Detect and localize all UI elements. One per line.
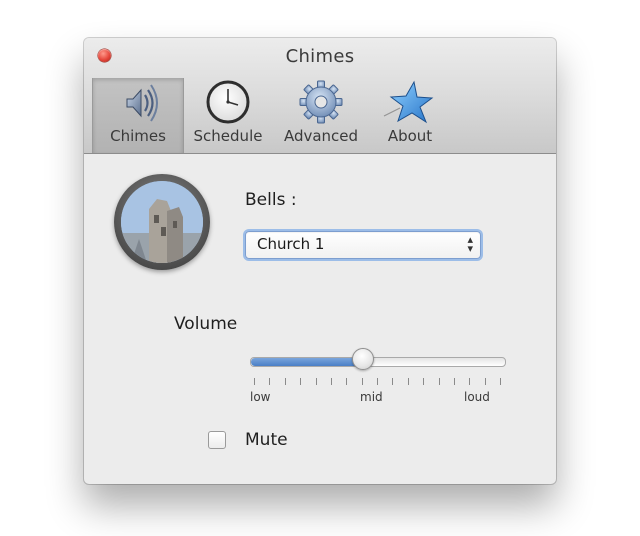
tick-label-loud: loud: [464, 390, 490, 404]
volume-slider-track[interactable]: [250, 357, 506, 367]
tab-schedule[interactable]: Schedule: [186, 78, 270, 153]
chimes-panel: Bells : Church 1 ▴ ▾ Volume low mid loud …: [84, 154, 556, 484]
tick-mark: [300, 378, 301, 385]
chime-image: [114, 174, 210, 270]
preferences-window: Chimes Chimes Schedule Advanced About Be…: [84, 38, 556, 484]
gear-icon: [299, 80, 343, 124]
tab-chimes[interactable]: Chimes: [92, 78, 184, 153]
tick-mark: [269, 378, 270, 385]
tab-about[interactable]: About: [370, 78, 450, 153]
tick-mark: [362, 378, 363, 385]
volume-slider-fill: [251, 358, 363, 366]
mute-label: Mute: [245, 430, 288, 450]
tick-mark: [285, 378, 286, 385]
tab-label: Schedule: [193, 127, 263, 145]
tick-mark: [331, 378, 332, 385]
tick-mark: [346, 378, 347, 385]
clock-icon: [206, 80, 250, 124]
window-title: Chimes: [285, 46, 355, 67]
mute-checkbox[interactable]: [208, 431, 226, 449]
stage: Chimes Chimes Schedule Advanced About Be…: [0, 0, 640, 536]
tick-mark: [254, 378, 255, 385]
tick-mark: [439, 378, 440, 385]
tick-mark: [377, 378, 378, 385]
tick-mark: [485, 378, 486, 385]
tick-mark: [408, 378, 409, 385]
tick-mark: [469, 378, 470, 385]
volume-tick-marks: [250, 378, 504, 386]
church-image: [121, 181, 203, 263]
bells-select-value: Church 1: [257, 235, 325, 253]
tick-mark: [454, 378, 455, 385]
tick-mark: [316, 378, 317, 385]
bells-label: Bells :: [245, 190, 297, 210]
tick-mark: [392, 378, 393, 385]
tick-mark: [423, 378, 424, 385]
tick-label-mid: mid: [360, 390, 383, 404]
toolbar: Chimes Chimes Schedule Advanced About: [84, 38, 556, 154]
tab-advanced[interactable]: Advanced: [276, 78, 366, 153]
tab-label: Advanced: [283, 127, 359, 145]
bells-select[interactable]: Church 1 ▴ ▾: [245, 231, 481, 259]
star-icon: [383, 80, 434, 124]
tick-label-low: low: [250, 390, 271, 404]
tick-mark: [500, 378, 501, 385]
tab-label: About: [387, 127, 433, 145]
tab-label: Chimes: [110, 127, 166, 145]
speaker-icon: [126, 84, 158, 122]
volume-slider-knob[interactable]: [352, 348, 374, 370]
volume-label: Volume: [174, 314, 238, 334]
select-arrows-icon: ▴ ▾: [467, 233, 473, 255]
